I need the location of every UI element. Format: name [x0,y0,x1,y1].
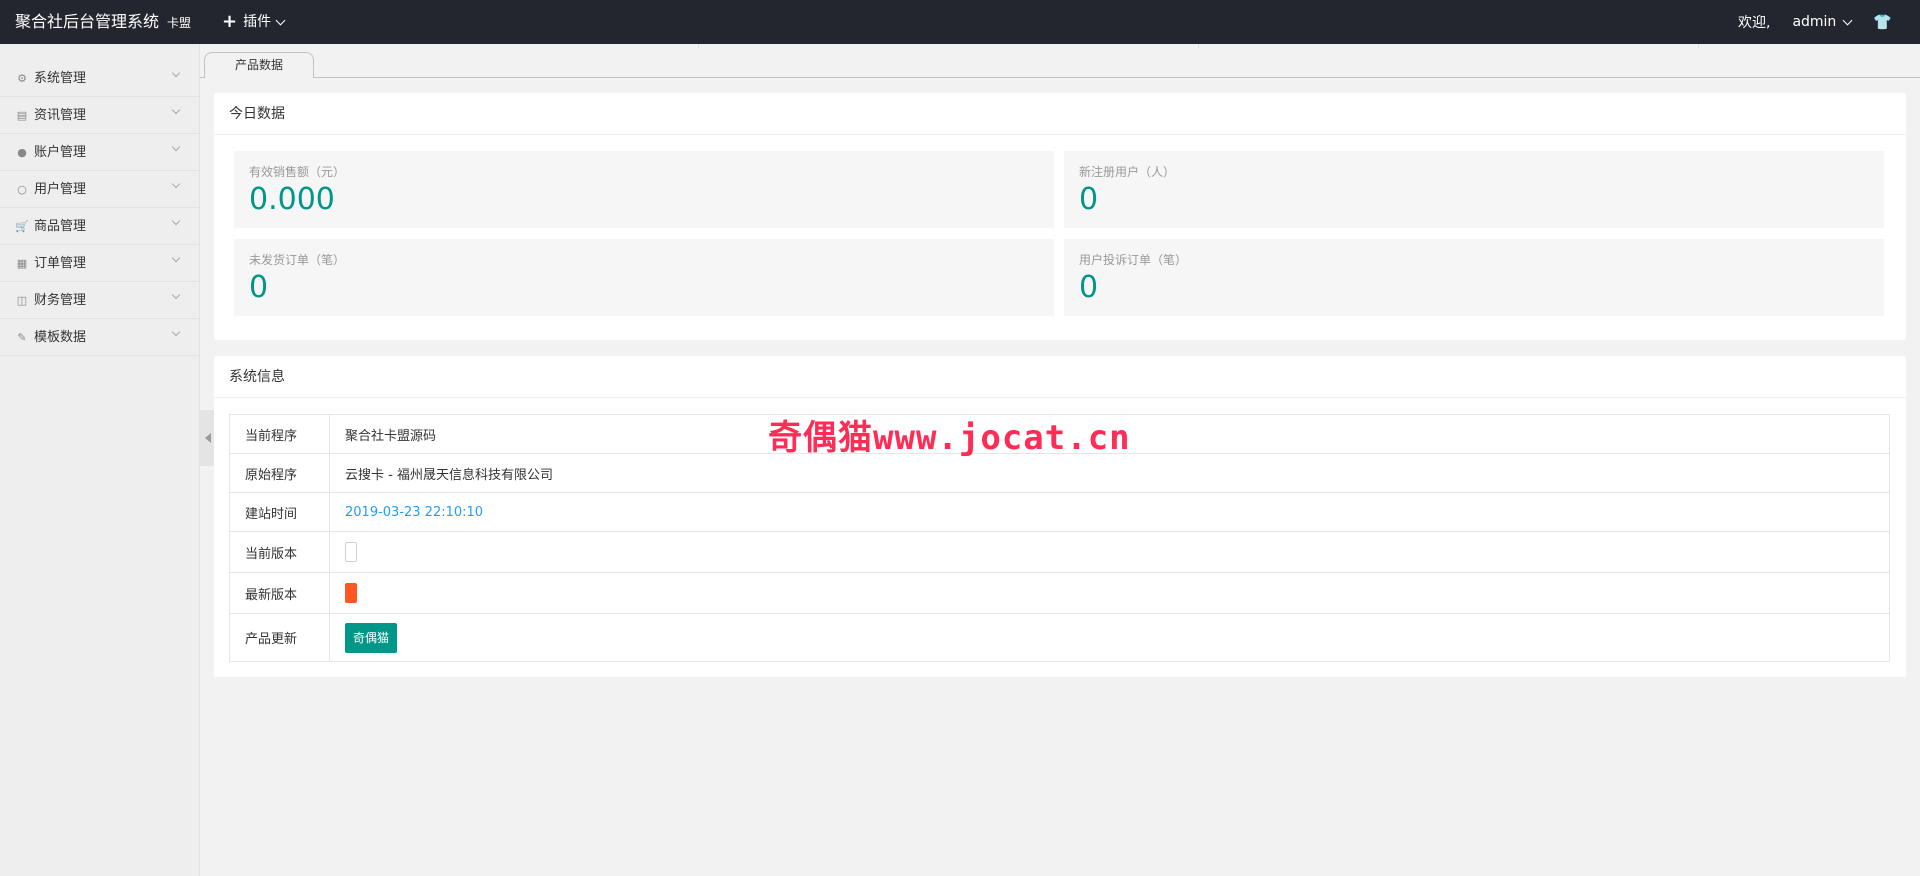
row-key: 最新版本 [229,572,330,614]
table-row: 建站时间 2019-03-23 22:10:10 [229,492,1890,532]
gear-icon: ⚙ [17,71,27,85]
sidebar-item-system[interactable]: ⚙ 系统管理 [0,60,199,97]
news-icon: ▤ [16,108,28,122]
update-button[interactable]: 奇偶猫 [345,622,398,653]
chevron-down-icon [171,179,181,189]
tab-product-data[interactable]: 产品数据 [204,52,314,78]
user-menu[interactable]: admin [1792,14,1853,30]
sidebar-item-label: 用户管理 [34,181,87,197]
plugin-menu-label: 插件 [243,14,272,30]
clipboard-icon: ▦ [16,256,28,270]
edit-icon: ✎ [17,330,27,344]
card-title: 今日数据 [214,93,1906,135]
row-value: 奇偶猫 [329,613,1890,662]
chevron-down-icon [171,253,181,263]
plugin-menu[interactable]: + 插件 [222,0,286,44]
header-user-area: 欢迎, admin 👕 [1738,0,1892,44]
stat-value: 0 [1079,182,1099,217]
sidebar-item-label: 系统管理 [34,70,87,86]
row-value [329,572,1890,614]
row-value: 2019-03-23 22:10:10 [329,492,1890,532]
sidebar-item-label: 商品管理 [34,218,87,234]
table-row: 原始程序 云搜卡 - 福州晟天信息科技有限公司 [229,453,1890,493]
row-value: 云搜卡 - 福州晟天信息科技有限公司 [329,453,1890,493]
row-key: 当前程序 [229,414,330,454]
stat-unshipped-orders: 未发货订单（笔） 0 [234,239,1054,316]
tab-divider [1698,44,1699,48]
sidebar-item-products[interactable]: 🛒 商品管理 [0,208,199,245]
stat-label: 未发货订单（笔） [249,253,346,267]
current-version-badge [345,542,357,562]
sidebar-item-templates[interactable]: ✎ 模板数据 [0,319,199,356]
top-header: 聚合社后台管理系统 卡盟 + 插件 欢迎, admin 👕 [0,0,1920,44]
caret-left-icon [205,433,211,443]
app-subtitle: 卡盟 [167,16,192,30]
cart-icon: 🛒 [15,219,29,233]
chevron-down-icon [171,105,181,115]
chevron-down-icon [1842,15,1853,25]
chevron-down-icon [171,327,181,337]
chevron-down-icon [275,15,286,25]
tab-divider [1198,44,1199,48]
sidebar-item-label: 资讯管理 [34,107,87,123]
user-outline-icon: ○ [17,182,27,196]
sidebar-item-finance[interactable]: ◫ 财务管理 [0,282,199,319]
row-value [329,531,1890,573]
stat-label: 新注册用户（人） [1079,165,1176,179]
welcome-text: 欢迎, [1737,15,1771,31]
sidebar-item-label: 财务管理 [34,292,87,308]
today-data-card: 今日数据 有效销售额（元） 0.000 新注册用户（人） 0 未发货订单（笔） … [214,93,1906,340]
stat-value: 0.000 [249,182,335,217]
sidebar-item-news[interactable]: ▤ 资讯管理 [0,97,199,134]
sidebar-item-label: 账户管理 [34,144,87,160]
stat-sales: 有效销售额（元） 0.000 [234,151,1054,228]
table-row: 产品更新 奇偶猫 [229,613,1890,662]
plus-icon: + [222,11,238,32]
chevron-down-icon [171,68,181,78]
stat-value: 0 [1079,270,1099,305]
wallet-icon: ◫ [16,293,28,307]
user-icon: ● [17,145,27,159]
sidebar: ⚙ 系统管理 ▤ 资讯管理 ● 账户管理 ○ 用户管理 🛒 商品管理 ▦ 订单管… [0,44,200,876]
table-row: 当前版本 [229,531,1890,573]
sidebar-item-label: 模板数据 [34,329,87,345]
sidebar-item-orders[interactable]: ▦ 订单管理 [0,245,199,282]
chevron-down-icon [171,290,181,300]
sidebar-item-account[interactable]: ● 账户管理 [0,134,199,171]
chevron-down-icon [171,142,181,152]
user-name: admin [1792,14,1837,30]
system-info-card: 系统信息 当前程序 聚合社卡盟源码 原始程序 云搜卡 - 福州晟天信息科技有限公… [214,356,1906,677]
theme-shirt-icon[interactable]: 👕 [1873,13,1892,31]
row-key: 建站时间 [229,492,330,532]
page-tabbar: 产品数据 [200,44,1920,78]
table-row: 最新版本 [229,572,1890,614]
app-logo[interactable]: 聚合社后台管理系统 卡盟 [15,0,191,44]
stat-new-users: 新注册用户（人） 0 [1064,151,1884,228]
watermark-text: 奇偶猫www.jocat.cn [768,418,1131,458]
stat-value: 0 [249,270,269,305]
sidebar-item-users[interactable]: ○ 用户管理 [0,171,199,208]
row-key: 当前版本 [229,531,330,573]
row-key: 原始程序 [229,453,330,493]
app-title: 聚合社后台管理系统 [15,12,160,31]
stat-complaint-orders: 用户投诉订单（笔） 0 [1064,239,1884,316]
latest-version-badge [345,583,357,603]
row-key: 产品更新 [229,613,330,662]
chevron-down-icon [171,216,181,226]
card-title: 系统信息 [214,356,1906,398]
stat-label: 有效销售额（元） [249,165,346,179]
sidebar-item-label: 订单管理 [34,255,87,271]
stat-label: 用户投诉订单（笔） [1079,253,1188,267]
tab-divider [698,44,699,48]
